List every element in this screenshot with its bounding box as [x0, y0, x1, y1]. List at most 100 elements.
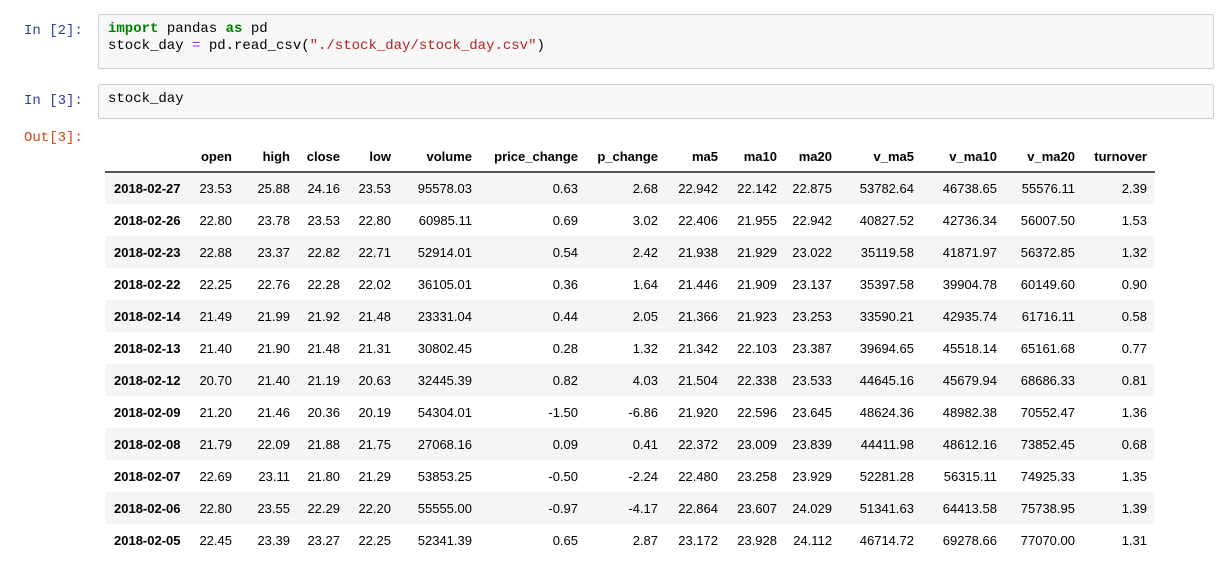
table-row: 2018-02-08 21.79 22.09 21.88 21.75 27068.16 0.… [105, 428, 1155, 460]
table-row: 2018-02-22 22.25 22.76 22.28 22.02 36105.01 0.… [105, 268, 1155, 300]
table-cell: 22.338 [737, 372, 777, 388]
table-cell: 23.253 [792, 308, 832, 324]
table-cell: 24.029 [792, 500, 832, 516]
table-cell: 0.68 [1121, 436, 1147, 452]
table-row: 2018-02-07 22.69 23.11 21.80 21.29 53853.25 -0… [105, 460, 1155, 492]
table-cell: 32445.39 [417, 372, 472, 388]
table-cell: 23.53 [199, 181, 232, 196]
table-cell: 22.88 [199, 244, 232, 260]
column-header: close [298, 142, 348, 173]
table-cell: 21.49 [199, 308, 232, 324]
table-cell: 21.504 [678, 372, 718, 388]
table-cell: 21.99 [257, 308, 290, 324]
table-cell: 74925.33 [1020, 468, 1075, 484]
table-cell: 0.90 [1121, 276, 1147, 292]
row-index: 2018-02-22 [114, 276, 181, 292]
table-cell: 21.75 [358, 436, 391, 452]
table-cell: 21.80 [307, 468, 340, 484]
table-cell: 42736.34 [942, 212, 997, 228]
table-cell: 23.607 [737, 500, 777, 516]
table-cell: 22.45 [199, 532, 232, 548]
column-header: p_change [586, 142, 666, 173]
table-cell: 45518.14 [942, 340, 997, 356]
table-cell: 21.48 [307, 340, 340, 356]
table-cell: 52914.01 [417, 244, 472, 260]
table-cell: 21.923 [737, 308, 777, 324]
table-cell: 45679.94 [942, 372, 997, 388]
table-cell: 22.80 [199, 500, 232, 516]
table-cell: 23331.04 [417, 308, 472, 324]
table-row: 2018-02-23 22.88 23.37 22.82 22.71 52914.01 0.… [105, 236, 1155, 268]
table-row: 2018-02-09 21.20 21.46 20.36 20.19 54304.01 -1… [105, 396, 1155, 428]
column-header: v_ma10 [922, 142, 1005, 173]
table-cell: 21.920 [678, 404, 718, 420]
table-cell: 21.929 [737, 244, 777, 260]
row-index: 2018-02-07 [114, 468, 181, 484]
code-token: import [108, 21, 159, 37]
table-cell: 60985.11 [418, 212, 472, 228]
row-index: 2018-02-12 [114, 372, 181, 388]
table-row: 2018-02-14 21.49 21.99 21.92 21.48 23331.04 0.… [105, 300, 1155, 332]
table-cell: -2.24 [628, 468, 658, 484]
code-cell-2[interactable]: import pandas as pd stock_day = pd.read_c… [98, 14, 1214, 69]
table-row: 2018-02-27 23.53 25.88 24.16 23.53 95578.03 0.… [105, 172, 1155, 204]
row-index: 2018-02-27 [114, 181, 181, 196]
table-cell: 22.82 [307, 244, 340, 260]
table-cell: 42935.74 [942, 308, 997, 324]
table-cell: 22.142 [737, 181, 777, 196]
row-index: 2018-02-08 [114, 436, 181, 452]
table-cell: 20.63 [358, 372, 391, 388]
table-cell: 0.44 [552, 308, 578, 324]
table-cell: 40827.52 [859, 212, 914, 228]
table-cell: 21.90 [257, 340, 290, 356]
table-cell: 22.864 [678, 500, 718, 516]
row-index: 2018-02-23 [114, 244, 181, 260]
table-row: 2018-02-12 20.70 21.40 21.19 20.63 32445.39 0.… [105, 364, 1155, 396]
table-cell: 36105.01 [417, 276, 472, 292]
table-cell: 0.63 [552, 181, 578, 196]
column-header: ma20 [785, 142, 840, 173]
table-cell: 21.938 [678, 244, 718, 260]
table-cell: 75738.95 [1020, 500, 1075, 516]
table-cell: 20.70 [199, 372, 232, 388]
table-cell: 1.32 [1121, 244, 1147, 260]
table-cell: 73852.45 [1020, 436, 1075, 452]
table-cell: 69278.66 [942, 532, 997, 548]
table-cell: 21.92 [307, 308, 340, 324]
row-index: 2018-02-09 [114, 404, 181, 420]
table-cell: 51341.63 [859, 500, 914, 516]
table-cell: 2.42 [632, 244, 658, 260]
code-line: stock_day = pd.read_csv("./stock_day/sto… [108, 38, 1204, 55]
table-cell: 21.31 [358, 340, 391, 356]
code-cell-3[interactable]: stock_day [98, 84, 1214, 119]
table-cell: 23.645 [792, 404, 832, 420]
table-cell: 22.25 [358, 532, 391, 548]
table-cell: 0.36 [552, 276, 578, 292]
column-header: price_change [480, 142, 586, 173]
table-cell: 48612.16 [942, 436, 997, 452]
table-cell: 23.37 [257, 244, 290, 260]
table-cell: 46714.72 [859, 532, 914, 548]
table-cell: 24.112 [793, 532, 832, 548]
code-line: import pandas as pd [108, 21, 1204, 38]
table-cell: 25.88 [257, 181, 290, 196]
table-cell: 22.942 [678, 181, 718, 196]
table-cell: 23.258 [737, 468, 777, 484]
table-cell: 22.02 [358, 276, 391, 292]
table-row: 2018-02-26 22.80 23.78 23.53 22.80 60985.11 0.… [105, 204, 1155, 236]
table-cell: 21.88 [307, 436, 340, 452]
table-cell: 3.02 [632, 212, 658, 228]
table-cell: 23.533 [792, 372, 832, 388]
table-cell: 1.53 [1121, 212, 1147, 228]
table-cell: 22.09 [257, 436, 290, 452]
table-cell: 23.78 [257, 212, 290, 228]
table-row: 2018-02-05 22.45 23.39 23.27 22.25 52341.39 0.… [105, 524, 1155, 556]
table-cell: 22.372 [678, 436, 718, 452]
table-cell: 0.41 [632, 436, 658, 452]
table-cell: 56315.11 [943, 468, 997, 484]
table-row: 2018-02-06 22.80 23.55 22.29 22.20 55555.00 -0… [105, 492, 1155, 524]
table-cell: 2.68 [632, 181, 658, 196]
column-header: ma5 [666, 142, 726, 173]
table-cell: 22.25 [199, 276, 232, 292]
table-cell: -4.17 [628, 500, 658, 516]
